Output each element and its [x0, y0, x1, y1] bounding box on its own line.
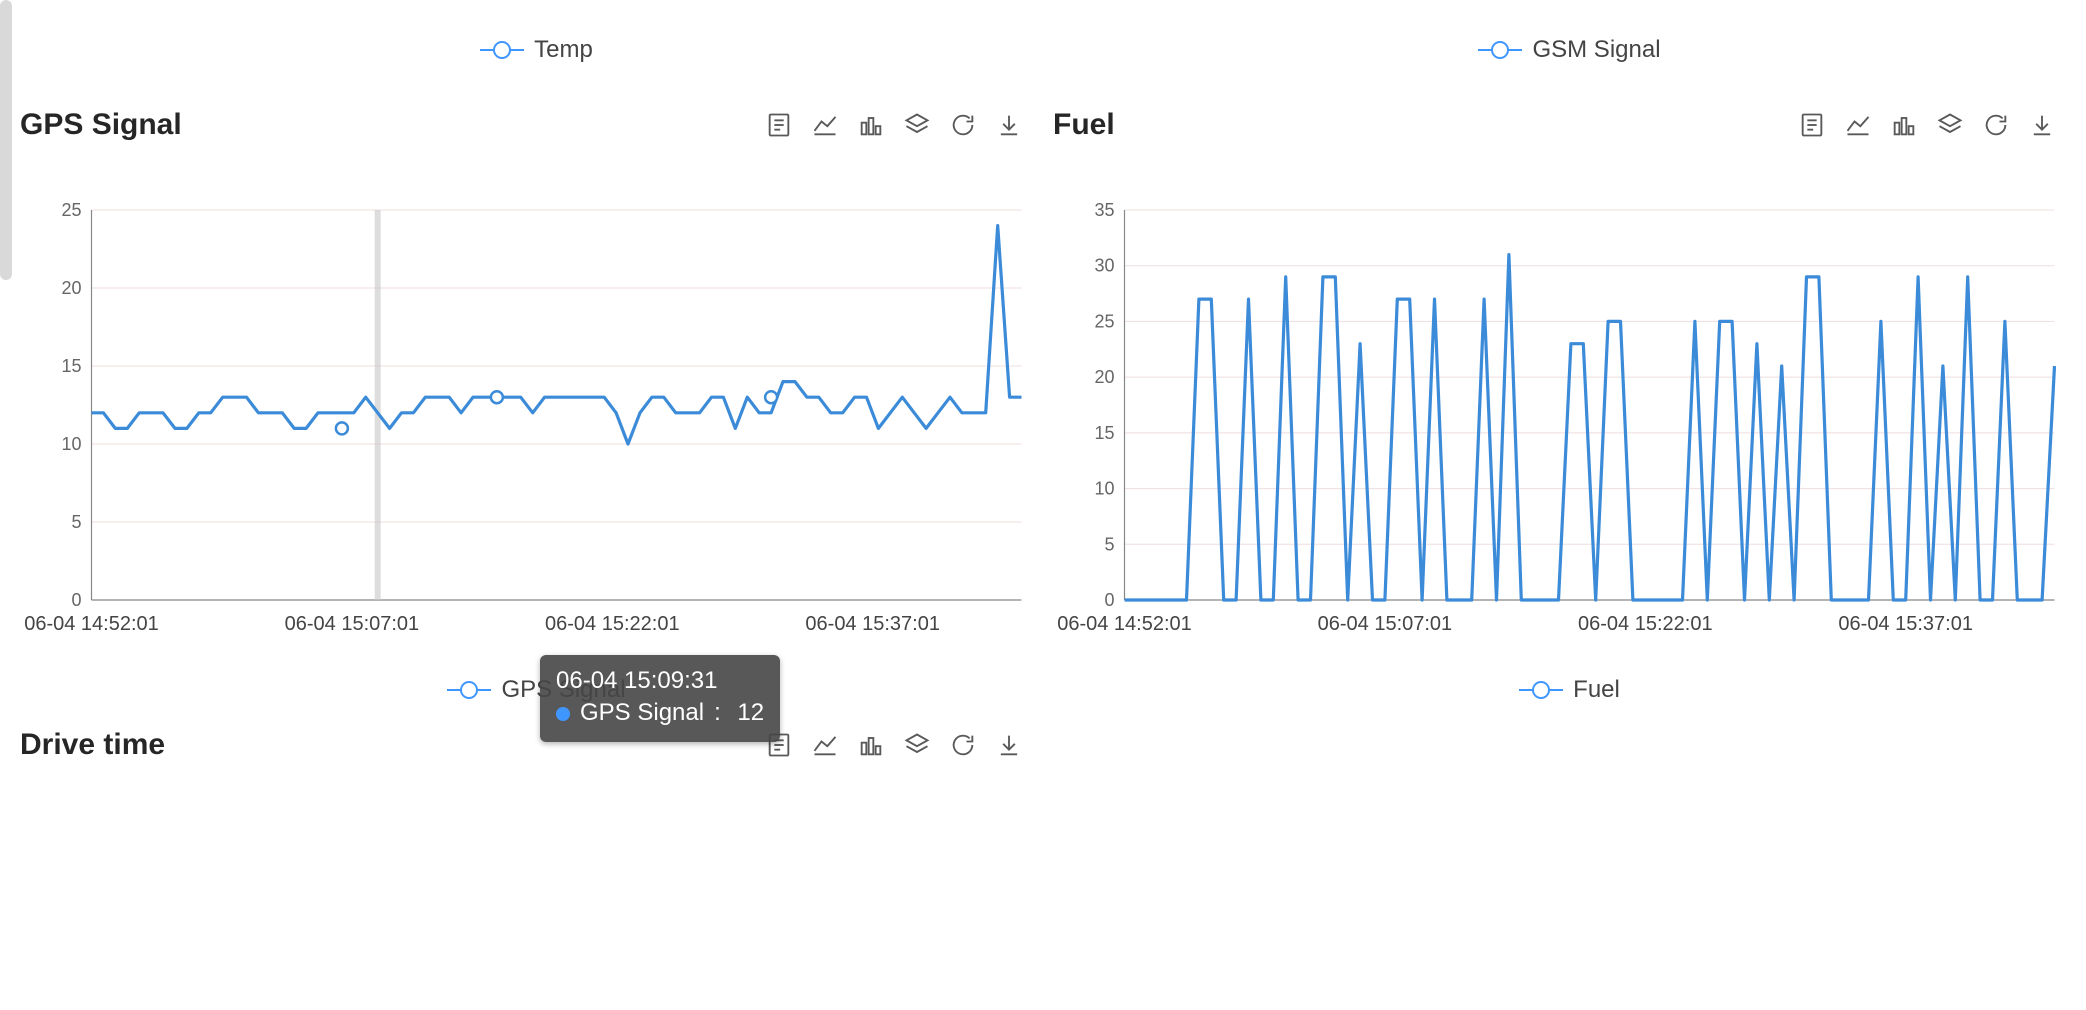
drive-toolbox: [765, 731, 1023, 759]
drive-time-title: Drive time: [20, 728, 165, 762]
stack-icon[interactable]: [903, 731, 931, 759]
line-chart-icon[interactable]: [1844, 111, 1872, 139]
svg-text:06-04 15:07:01: 06-04 15:07:01: [285, 613, 420, 635]
stack-icon[interactable]: [903, 111, 931, 139]
bar-chart-icon[interactable]: [857, 111, 885, 139]
gps-signal-title: GPS Signal: [20, 108, 182, 142]
tooltip-value: 12: [737, 697, 764, 729]
svg-text:0: 0: [1104, 590, 1114, 610]
svg-text:0: 0: [71, 590, 81, 610]
svg-text:06-04 15:07:01: 06-04 15:07:01: [1318, 613, 1453, 635]
tooltip-dot-icon: [556, 707, 570, 721]
refresh-icon[interactable]: [1982, 111, 2010, 139]
svg-text:25: 25: [61, 200, 81, 220]
legend-swatch-icon: [447, 680, 491, 700]
svg-text:25: 25: [1094, 311, 1114, 331]
line-chart-icon[interactable]: [811, 731, 839, 759]
svg-text:5: 5: [71, 512, 81, 532]
svg-text:35: 35: [1094, 200, 1114, 220]
svg-text:06-04 15:37:01: 06-04 15:37:01: [805, 613, 940, 635]
tooltip-series: GPS Signal: [580, 697, 704, 729]
legend-swatch-icon: [480, 40, 524, 60]
svg-text:10: 10: [1094, 479, 1114, 499]
legend-gsm[interactable]: GSM Signal: [1053, 30, 2086, 70]
line-chart-icon[interactable]: [811, 111, 839, 139]
svg-text:06-04 14:52:01: 06-04 14:52:01: [1057, 613, 1192, 635]
svg-text:5: 5: [1104, 534, 1114, 554]
legend-temp[interactable]: Temp: [20, 30, 1053, 70]
fuel-title: Fuel: [1053, 108, 1115, 142]
tooltip-time: 06-04 15:09:31: [556, 665, 764, 697]
svg-text:15: 15: [1094, 423, 1114, 443]
legend-gps[interactable]: GPS Signal: [20, 670, 1053, 710]
download-icon[interactable]: [995, 731, 1023, 759]
svg-text:10: 10: [61, 434, 81, 454]
gps-toolbox: [765, 111, 1023, 139]
download-icon[interactable]: [995, 111, 1023, 139]
download-icon[interactable]: [2028, 111, 2056, 139]
svg-text:06-04 15:22:01: 06-04 15:22:01: [1578, 613, 1713, 635]
gps-signal-chart[interactable]: 0 5 10 15 20 25 06-04 14:52:01 06-04 15:07:01 06…: [20, 150, 1053, 670]
bar-chart-icon[interactable]: [1890, 111, 1918, 139]
svg-text:20: 20: [1094, 367, 1114, 387]
legend-swatch-icon: [1519, 680, 1563, 700]
gps-tooltip: 06-04 15:09:31 GPS Signal: 12: [540, 655, 780, 742]
legend-fuel-label: Fuel: [1573, 676, 1620, 704]
stack-icon[interactable]: [1936, 111, 1964, 139]
svg-text:06-04 15:22:01: 06-04 15:22:01: [545, 613, 680, 635]
data-view-icon[interactable]: [1798, 111, 1826, 139]
svg-text:20: 20: [61, 278, 81, 298]
legend-temp-label: Temp: [534, 36, 593, 64]
svg-text:06-04 15:37:01: 06-04 15:37:01: [1838, 613, 1973, 635]
legend-swatch-icon: [1478, 40, 1522, 60]
fuel-toolbox: [1798, 111, 2056, 139]
fuel-chart[interactable]: 0 5 10 15 20 25 30 35 06-04 14:52:01 06-04 15:07:…: [1053, 150, 2086, 670]
legend-gsm-label: GSM Signal: [1532, 36, 1660, 64]
svg-text:06-04 14:52:01: 06-04 14:52:01: [24, 613, 159, 635]
vertical-scrollbar[interactable]: [0, 0, 12, 280]
legend-fuel[interactable]: Fuel: [1053, 670, 2086, 710]
svg-text:30: 30: [1094, 256, 1114, 276]
data-view-icon[interactable]: [765, 111, 793, 139]
svg-text:15: 15: [61, 356, 81, 376]
refresh-icon[interactable]: [949, 731, 977, 759]
bar-chart-icon[interactable]: [857, 731, 885, 759]
refresh-icon[interactable]: [949, 111, 977, 139]
